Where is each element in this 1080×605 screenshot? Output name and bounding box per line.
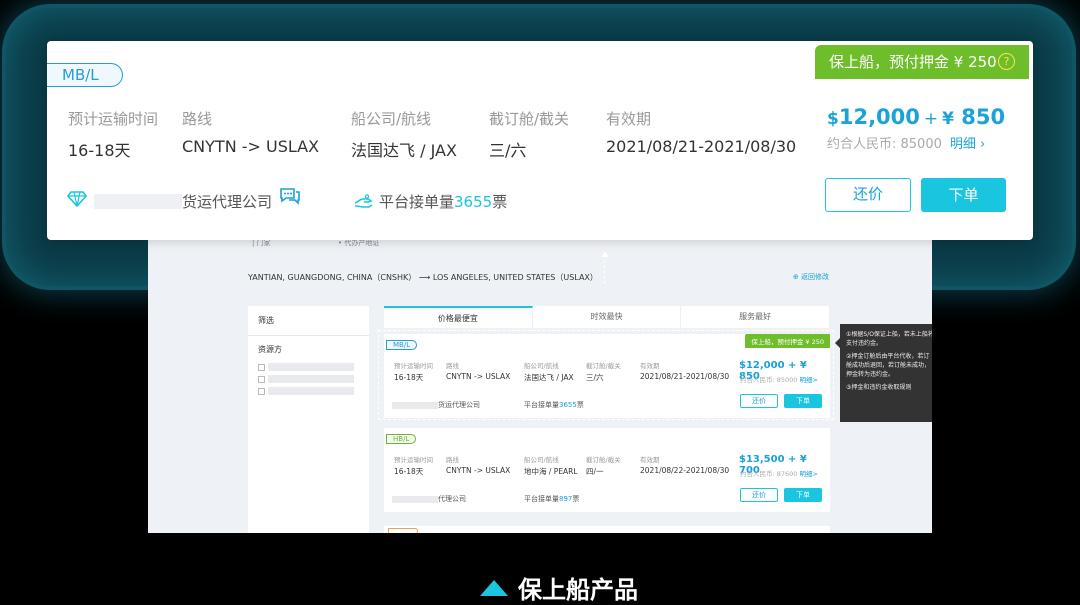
bl-badge: HB/L <box>386 434 417 444</box>
order-volume: 平台接单量897票 <box>524 495 580 503</box>
col-header: 预计运输时间 <box>394 456 433 464</box>
col-value: 四/一 <box>586 467 604 476</box>
diamond-icon <box>66 191 88 208</box>
col-route: 路线 CNYTN -> USLAX <box>182 110 320 156</box>
col-carrier: 船公司/航线 法国达飞 / JAX <box>351 110 457 160</box>
chat-icon[interactable] <box>279 187 301 205</box>
quote-card-partial <box>384 526 830 533</box>
checkbox[interactable] <box>258 387 265 395</box>
filter-panel: 筛选 资源方 <box>248 306 369 533</box>
sort-tabs: 价格最便宜 时效最快 服务最好 <box>384 306 831 328</box>
filter-title: 筛选 <box>248 306 369 336</box>
detail-link[interactable]: 明细 › <box>950 137 985 152</box>
filter-option[interactable] <box>258 363 359 371</box>
checkbox[interactable] <box>258 363 265 371</box>
order-button[interactable]: 下单 <box>921 178 1006 212</box>
company-name: 货运代理公司 <box>94 191 272 212</box>
background-page: | 门家 • 代办产地证 YANTIAN, GUANGDONG, CHINA（C… <box>148 238 932 533</box>
triangle-icon <box>480 580 508 596</box>
filter-option[interactable] <box>258 375 359 383</box>
col-transit-time: 预计运输时间 16-18天 <box>68 110 159 160</box>
counter-offer-button[interactable]: 还价 <box>740 488 778 502</box>
checkbox[interactable] <box>258 375 265 383</box>
counter-offer-button[interactable]: 还价 <box>825 178 911 212</box>
help-icon[interactable]: ? <box>998 53 1015 70</box>
col-header: 有效期 <box>640 456 660 464</box>
col-validity: 有效期 2021/08/21-2021/08/30 <box>606 110 797 156</box>
order-volume: 平台接单量3655票 <box>353 191 507 212</box>
col-header: 路线 <box>446 456 459 464</box>
tab-best-service[interactable]: 服务最好 <box>681 306 831 328</box>
quote-card: HB/L 预计运输时间 路线 船公司/航线 截订舱/截关 有效期 16-18天 … <box>384 428 830 512</box>
arrow-up-icon <box>601 252 609 284</box>
edit-link[interactable]: ⊕ 返回修改 <box>793 272 829 282</box>
insurance-tooltip: ①根据S/O保证上船，若未上船将支付违约金。 ②押金订舱后由平台代收，若订舱成功… <box>835 324 932 422</box>
filter-source: 资源方 <box>258 345 282 354</box>
col-value: 地中海 / PEARL <box>524 467 578 476</box>
detail-link[interactable]: 明细> <box>800 470 818 478</box>
highlight-frame <box>378 330 834 420</box>
featured-quote-card: MB/L 保上船，预付押金 ¥ 250 ? 预计运输时间 16-18天 路线 C… <box>47 41 1033 240</box>
price-block: $12,000 + ¥ 850 约合人民币: 85000 明细 › <box>827 105 1005 152</box>
filter-option[interactable] <box>258 387 359 395</box>
rmb-note: 约合人民币: 85000 明细 › <box>827 137 986 152</box>
handshake-icon <box>353 194 373 210</box>
tab-cheapest[interactable]: 价格最便宜 <box>384 306 533 328</box>
insurance-badge: 保上船，预付押金 ¥ 250 ? <box>815 45 1029 79</box>
route-line: YANTIAN, GUANGDONG, CHINA（CNSHK） ⟶ LOS A… <box>248 273 598 282</box>
company: 代理公司 <box>392 494 466 504</box>
rmb-note: 约合人民币: 87600 明细> <box>740 470 818 478</box>
bl-type-badge: MB/L <box>47 63 123 87</box>
tab-fastest[interactable]: 时效最快 <box>533 306 682 328</box>
order-button[interactable]: 下单 <box>784 488 822 502</box>
col-header: 截订舱/截关 <box>586 456 621 464</box>
col-header: 船公司/航线 <box>524 456 559 464</box>
col-value: 16-18天 <box>394 467 424 476</box>
col-cutoff: 截订舱/截关 三/六 <box>489 110 570 160</box>
price: $12,000 + ¥ 850 <box>827 105 1006 129</box>
col-value: 2021/08/22-2021/08/30 <box>640 466 730 475</box>
col-value: CNYTN -> USLAX <box>446 466 511 475</box>
